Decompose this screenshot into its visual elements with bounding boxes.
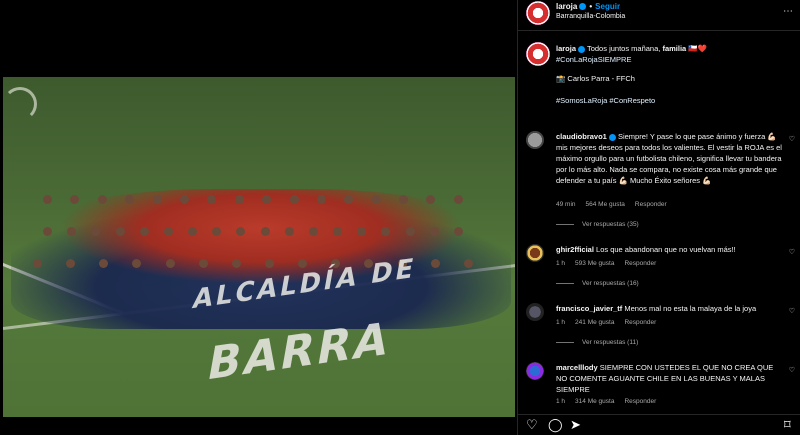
comment-meta: 1 h 241 Me gusta Responder — [556, 319, 666, 326]
avatar[interactable] — [526, 131, 544, 149]
location[interactable]: Barranquilla-Colombia — [556, 13, 625, 20]
view-replies-button[interactable]: Ver respuestas (35) — [556, 221, 639, 228]
heart-icon[interactable]: ♡ — [789, 307, 795, 315]
comment-text: marcelllody SIEMPRE CON USTEDES EL QUE N… — [556, 362, 786, 395]
avatar[interactable] — [526, 1, 550, 25]
verified-icon — [579, 3, 587, 11]
share-icon[interactable]: ➤ — [570, 418, 581, 432]
comment-time: 1 h — [556, 398, 566, 405]
comment-meta: 49 min 564 Me gusta Responder — [556, 201, 677, 208]
avatar[interactable] — [526, 244, 544, 262]
username[interactable]: laroja — [556, 2, 577, 11]
bookmark-icon[interactable]: ⌑ — [784, 418, 791, 432]
post-header: laroja • Seguir Barranquilla-Colombia ⋯ — [518, 0, 800, 31]
comment-username[interactable]: ghir2fficial — [556, 245, 594, 254]
comment-time: 1 h — [556, 260, 566, 267]
reply-button[interactable]: Responder — [624, 260, 656, 267]
caption-text: laroja Todos juntos mañana, familia 🇨🇱❤️… — [556, 43, 786, 65]
hashtag-link[interactable]: #ConLaRojaSIEMPRE — [556, 55, 631, 64]
view-replies-button[interactable]: Ver respuestas (11) — [556, 339, 638, 346]
comment-username[interactable]: francisco_javier_tf — [556, 304, 622, 313]
reply-button[interactable]: Responder — [635, 201, 667, 208]
caption-username[interactable]: laroja — [556, 44, 576, 53]
avatar[interactable] — [526, 42, 550, 66]
comment-time: 1 h — [556, 319, 566, 326]
comment-text: ghir2fficial Los que abandonan que no vu… — [556, 244, 786, 255]
avatar[interactable] — [526, 303, 544, 321]
comment-likes[interactable]: 564 Me gusta — [586, 201, 625, 208]
comment-body: Los que abandonan que no vuelvan más!! — [596, 245, 736, 254]
reply-button[interactable]: Responder — [624, 398, 656, 405]
caption-text-bold: familia — [662, 44, 687, 53]
heart-icon[interactable]: ♡ — [789, 135, 795, 143]
verified-icon — [578, 45, 586, 53]
comment-likes[interactable]: 241 Me gusta — [575, 319, 614, 326]
separator: • — [589, 2, 593, 11]
avatar[interactable] — [526, 362, 544, 380]
follow-button[interactable]: Seguir — [595, 2, 620, 11]
comment-meta: 1 h 314 Me gusta Responder — [556, 398, 666, 405]
more-icon[interactable]: ⋯ — [783, 6, 793, 17]
comment-meta: 1 h 593 Me gusta Responder — [556, 260, 666, 267]
comment-time: 49 min — [556, 201, 576, 208]
heart-icon[interactable]: ♡ — [526, 418, 538, 432]
hashtag-link[interactable]: #SomosLaRoja #ConRespeto — [556, 96, 655, 105]
comment-likes[interactable]: 314 Me gusta — [575, 398, 614, 405]
comment-text: francisco_javier_tf Menos mal no esta la… — [556, 303, 786, 314]
team-heads-row — [43, 227, 463, 236]
comment-icon[interactable]: ◯ — [548, 418, 563, 432]
team-photo[interactable]: ALCALDÍA DE BARRA — [3, 77, 515, 417]
post-actions: ♡ ◯ ➤ ⌑ — [518, 414, 800, 435]
post-panel: laroja • Seguir Barranquilla-Colombia ⋯ la… — [517, 0, 800, 435]
caption-emoji: 🇨🇱❤️ — [688, 44, 707, 53]
caption-text-part: Todos juntos mañana, — [586, 44, 661, 53]
header-user-line: laroja • Seguir — [556, 2, 620, 11]
field-arc — [3, 87, 37, 121]
heart-icon[interactable]: ♡ — [789, 366, 795, 374]
comment-username[interactable]: marcelllody — [556, 363, 598, 372]
comment-likes[interactable]: 593 Me gusta — [575, 260, 614, 267]
comment-username[interactable]: claudiobravo1 — [556, 132, 607, 141]
comment-text: claudiobravo1 Siempre! Y pase lo que pas… — [556, 131, 786, 186]
photo-credit: 📸 Carlos Parra - FFCh — [556, 74, 635, 83]
comment-body: Menos mal no esta la malaya de la joya — [624, 304, 757, 313]
verified-icon — [608, 133, 616, 141]
media-area: ALCALDÍA DE BARRA — [0, 0, 517, 435]
team-heads-row — [43, 195, 463, 204]
view-replies-button[interactable]: Ver respuestas (16) — [556, 280, 639, 287]
heart-icon[interactable]: ♡ — [789, 248, 795, 256]
reply-button[interactable]: Responder — [624, 319, 656, 326]
